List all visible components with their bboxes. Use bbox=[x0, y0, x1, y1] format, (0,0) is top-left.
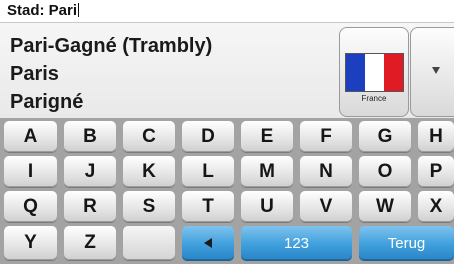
key-g[interactable]: G bbox=[359, 121, 411, 152]
address-entry-screen: Stad: Pari Pari-Gagné (Trambly) Paris Pa… bbox=[0, 0, 454, 264]
suggestion-item[interactable]: Parigné bbox=[10, 89, 83, 115]
chevron-down-icon bbox=[432, 67, 440, 74]
suggestion-item[interactable]: Paris bbox=[10, 61, 59, 87]
key-u[interactable]: U bbox=[241, 191, 293, 222]
france-flag-icon bbox=[345, 53, 404, 92]
text-caret bbox=[78, 3, 80, 17]
city-input-value: Pari bbox=[48, 2, 78, 19]
city-input-text: Stad: Pari bbox=[7, 0, 80, 22]
key-t[interactable]: T bbox=[182, 191, 234, 222]
back-button[interactable]: Terug bbox=[359, 226, 454, 260]
key-d[interactable]: D bbox=[182, 121, 234, 152]
key-m[interactable]: M bbox=[241, 156, 293, 187]
country-button[interactable]: France bbox=[339, 27, 409, 117]
key-r[interactable]: R bbox=[64, 191, 116, 222]
key-f[interactable]: F bbox=[300, 121, 352, 152]
key-q[interactable]: Q bbox=[4, 191, 57, 222]
key-b[interactable]: B bbox=[64, 121, 116, 152]
key-l[interactable]: L bbox=[182, 156, 234, 187]
key-o[interactable]: O bbox=[359, 156, 411, 187]
key-y[interactable]: Y bbox=[4, 226, 57, 260]
key-k[interactable]: K bbox=[123, 156, 175, 187]
key-s[interactable]: S bbox=[123, 191, 175, 222]
more-results-button[interactable] bbox=[410, 27, 454, 117]
key-c[interactable]: C bbox=[123, 121, 175, 152]
key-x[interactable]: X bbox=[418, 191, 454, 222]
key-e[interactable]: E bbox=[241, 121, 293, 152]
key-v[interactable]: V bbox=[300, 191, 352, 222]
key-a[interactable]: A bbox=[4, 121, 57, 152]
suggestion-item[interactable]: Pari-Gagné (Trambly) bbox=[10, 33, 212, 59]
key-space[interactable] bbox=[123, 226, 175, 260]
key-n[interactable]: N bbox=[300, 156, 352, 187]
country-label: France bbox=[361, 94, 387, 103]
backspace-icon bbox=[204, 238, 212, 248]
city-input[interactable]: Stad: Pari bbox=[0, 0, 454, 23]
onscreen-keyboard: A B C D E F G H I J K L M N O P Q R S T … bbox=[0, 118, 454, 264]
key-h[interactable]: H bbox=[418, 121, 454, 152]
backspace-button[interactable] bbox=[182, 226, 234, 260]
key-z[interactable]: Z bbox=[64, 226, 116, 260]
numbers-button[interactable]: 123 bbox=[241, 226, 352, 260]
key-i[interactable]: I bbox=[4, 156, 57, 187]
key-w[interactable]: W bbox=[359, 191, 411, 222]
key-j[interactable]: J bbox=[64, 156, 116, 187]
city-input-label: Stad: bbox=[7, 2, 45, 19]
key-p[interactable]: P bbox=[418, 156, 454, 187]
